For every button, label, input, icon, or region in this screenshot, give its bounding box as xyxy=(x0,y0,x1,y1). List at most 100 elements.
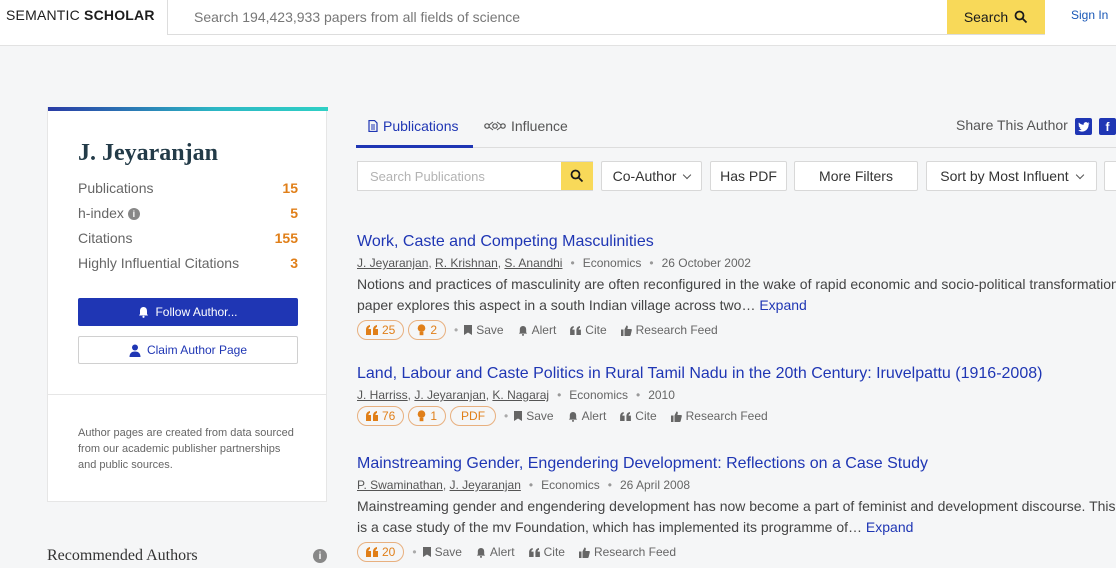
stat-highly-influential-citations: Highly Influential Citations 3 xyxy=(78,255,298,271)
paper-author-link[interactable]: R. Krishnan xyxy=(435,256,498,270)
paper-title[interactable]: Work, Caste and Competing Masculinities xyxy=(357,232,1116,252)
citations-badge[interactable]: 25 xyxy=(357,320,405,340)
alert-button[interactable]: Alert xyxy=(518,323,556,337)
paper-author-link[interactable]: K. Nagaraj xyxy=(492,388,549,402)
global-search-input[interactable] xyxy=(168,0,946,34)
abstract-line: Mainstreaming gender and engendering dev… xyxy=(357,498,1116,514)
twitter-icon[interactable] xyxy=(1075,118,1092,135)
influential-citations-badge[interactable]: 1 xyxy=(408,406,447,426)
global-search-button[interactable]: Search xyxy=(947,0,1045,34)
paper-author-link[interactable]: S. Anandhi xyxy=(504,256,562,270)
save-button[interactable]: Save xyxy=(422,545,462,559)
abstract-line: paper explores this aspect in a south In… xyxy=(357,297,756,313)
citations-badge[interactable]: 76 xyxy=(357,406,405,426)
expand-abstract-link[interactable]: Expand xyxy=(759,297,806,313)
thumbs-up-icon xyxy=(578,547,590,558)
stat-label: Publications xyxy=(78,180,154,196)
sort-select-value: Sort by Most Influent xyxy=(940,168,1069,184)
paper-card: Land, Labour and Caste Politics in Rural… xyxy=(357,364,1116,426)
lightbulb-icon xyxy=(418,410,426,422)
expand-abstract-link[interactable]: Expand xyxy=(866,519,913,535)
sort-select[interactable]: Sort by Most Influent xyxy=(926,161,1097,191)
publication-search-button[interactable] xyxy=(561,162,593,190)
sign-in-link[interactable]: Sign In xyxy=(1071,8,1108,22)
stat-label: Highly Influential Citations xyxy=(78,255,240,271)
paper-actions: 20 • Save Alert Cite Research Feed xyxy=(357,542,1116,562)
cite-button[interactable]: Cite xyxy=(620,409,657,423)
research-feed-button[interactable]: Research Feed xyxy=(620,323,718,337)
meta-separator: • xyxy=(557,388,562,402)
author-page-note: Author pages are created from data sourc… xyxy=(78,427,294,471)
site-logo[interactable]: SEMANTIC SCHOLAR xyxy=(6,7,155,23)
bookmark-icon xyxy=(464,325,473,335)
paper-title[interactable]: Mainstreaming Gender, Engendering Develo… xyxy=(357,454,1116,474)
tab-publications-label: Publications xyxy=(383,118,459,134)
co-author-filter[interactable]: Co-Author xyxy=(601,161,702,191)
paper-author-link[interactable]: J. Jeyaranjan xyxy=(450,478,521,492)
publication-search-input[interactable] xyxy=(358,162,560,190)
stat-h-index: h-index i 5 xyxy=(78,205,298,221)
stat-value: 5 xyxy=(290,205,298,221)
tab-publications[interactable]: Publications xyxy=(368,118,459,134)
paper-actions: 25 2 • Save Alert Cite Research Feed xyxy=(357,320,1116,340)
citations-badge[interactable]: 20 xyxy=(357,542,405,562)
chevron-down-icon xyxy=(683,170,692,179)
has-pdf-filter[interactable]: Has PDF xyxy=(710,161,787,191)
research-feed-button[interactable]: Research Feed xyxy=(578,545,676,559)
recommended-authors-title: Recommended Authors xyxy=(47,547,198,564)
info-icon[interactable]: i xyxy=(313,549,327,563)
facebook-icon[interactable]: f xyxy=(1099,118,1116,135)
stat-value: 3 xyxy=(290,255,298,271)
cite-label: Cite xyxy=(543,545,565,559)
follow-author-button[interactable]: Follow Author... xyxy=(78,298,298,326)
research-feed-label: Research Feed xyxy=(685,409,768,423)
global-search: Search xyxy=(167,0,1045,35)
research-feed-button[interactable]: Research Feed xyxy=(670,409,768,423)
tab-influence[interactable]: Influence xyxy=(484,118,568,134)
bell-icon xyxy=(476,547,486,558)
paper-author-link[interactable]: P. Swaminathan xyxy=(357,478,443,492)
save-button[interactable]: Save xyxy=(514,409,554,423)
stat-value: 155 xyxy=(274,230,298,246)
paper-abstract: Notions and practices of masculinity are… xyxy=(357,274,1116,316)
paper-date: 2010 xyxy=(648,388,675,402)
research-feed-label: Research Feed xyxy=(635,323,718,337)
stat-label: Citations xyxy=(78,230,133,246)
lightbulb-icon xyxy=(418,324,426,336)
cite-button[interactable]: Cite xyxy=(528,545,565,559)
paper-title[interactable]: Land, Labour and Caste Politics in Rural… xyxy=(357,364,1116,384)
pdf-badge[interactable]: PDF xyxy=(450,406,497,426)
action-separator: • xyxy=(412,545,417,559)
author-card-accent-bar xyxy=(48,107,328,111)
search-icon xyxy=(1014,10,1028,24)
save-button[interactable]: Save xyxy=(464,323,504,337)
paper-author-link[interactable]: J. Jeyaranjan xyxy=(357,256,428,270)
citations-count: 25 xyxy=(382,323,396,337)
paper-author-link[interactable]: J. Jeyaranjan xyxy=(414,388,485,402)
meta-separator: • xyxy=(635,388,641,402)
list-view-toggle[interactable] xyxy=(1104,161,1116,191)
influential-citations-badge[interactable]: 2 xyxy=(408,320,447,340)
action-separator: • xyxy=(504,409,509,423)
bookmark-icon xyxy=(514,411,523,421)
paper-date: 26 April 2008 xyxy=(619,478,691,492)
top-bar: SEMANTIC SCHOLAR Search Sign In xyxy=(0,0,1116,46)
meta-separator: • xyxy=(607,478,612,492)
influential-count: 2 xyxy=(430,323,438,337)
active-tab-indicator xyxy=(356,145,473,148)
claim-author-page-button[interactable]: Claim Author Page xyxy=(78,336,298,364)
quote-icon xyxy=(366,547,378,557)
influence-network-icon xyxy=(484,121,506,131)
info-icon[interactable]: i xyxy=(127,208,140,221)
alert-button[interactable]: Alert xyxy=(476,545,515,559)
cite-button[interactable]: Cite xyxy=(570,323,607,337)
bell-icon xyxy=(518,325,527,336)
thumbs-up-icon xyxy=(620,325,632,336)
meta-separator: • xyxy=(528,478,534,492)
paper-author-link[interactable]: J. Harriss xyxy=(357,388,408,402)
quote-icon xyxy=(620,411,632,421)
alert-button[interactable]: Alert xyxy=(568,409,606,423)
bookmark-icon xyxy=(422,547,431,557)
more-filters-button[interactable]: More Filters xyxy=(794,161,918,191)
logo-text-bold: SCHOLAR xyxy=(84,7,155,23)
